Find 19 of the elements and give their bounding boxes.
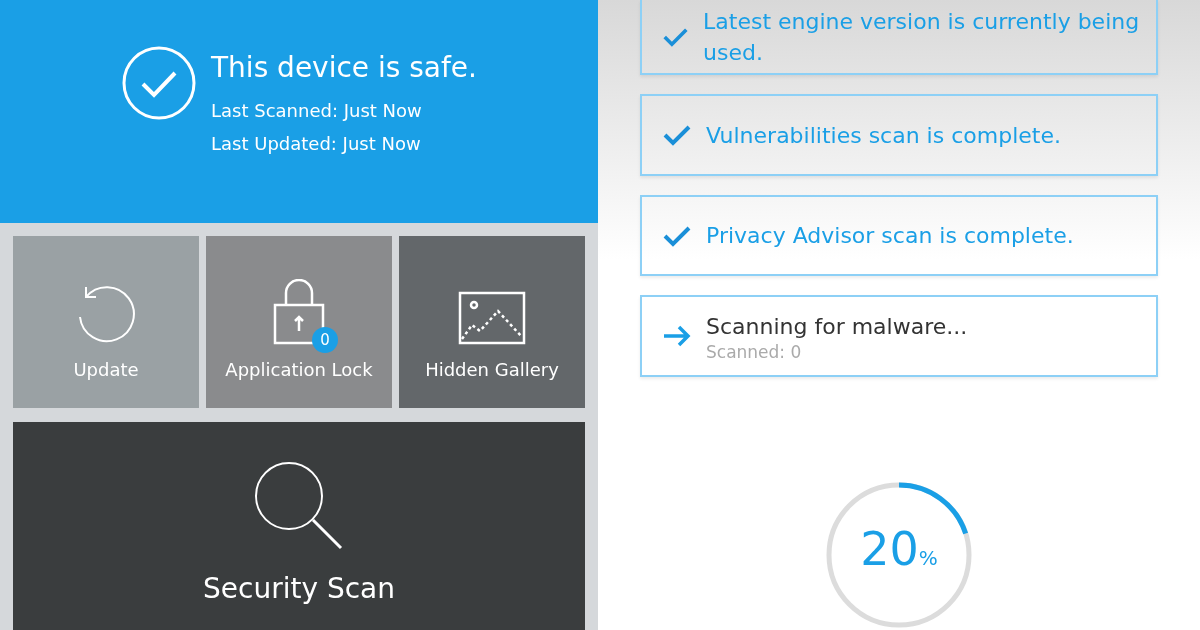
status-detail: Last Updated: Just Now xyxy=(211,133,422,154)
scanned-count: Scanned: 0 xyxy=(706,341,803,362)
count-badge: 0 xyxy=(312,326,338,353)
security-scan-button[interactable]: Security Scan xyxy=(13,421,585,630)
scan-status-text: Vulnerabilities scan is complete. xyxy=(706,121,1061,150)
search-icon xyxy=(253,459,345,552)
percent-sign: % xyxy=(918,546,938,570)
scan-status-text: Latest engine version is currently being used. xyxy=(703,7,1141,67)
status-title: This device is safe. xyxy=(211,51,477,84)
check-circle-icon xyxy=(121,45,197,121)
scan-status-text: Scanning for malware... xyxy=(706,312,968,341)
right-arrow-icon xyxy=(662,324,692,349)
feature-tile[interactable]: 0 Application Lock xyxy=(206,235,392,408)
checkmark-icon xyxy=(662,123,692,148)
feature-tile[interactable]: Hidden Gallery xyxy=(399,235,585,408)
picture-icon xyxy=(458,290,526,345)
status-detail: Last Scanned: Just Now xyxy=(211,100,423,121)
scan-status-text: Privacy Advisor scan is complete. xyxy=(706,222,1074,251)
progress-value: 20 xyxy=(860,522,919,576)
